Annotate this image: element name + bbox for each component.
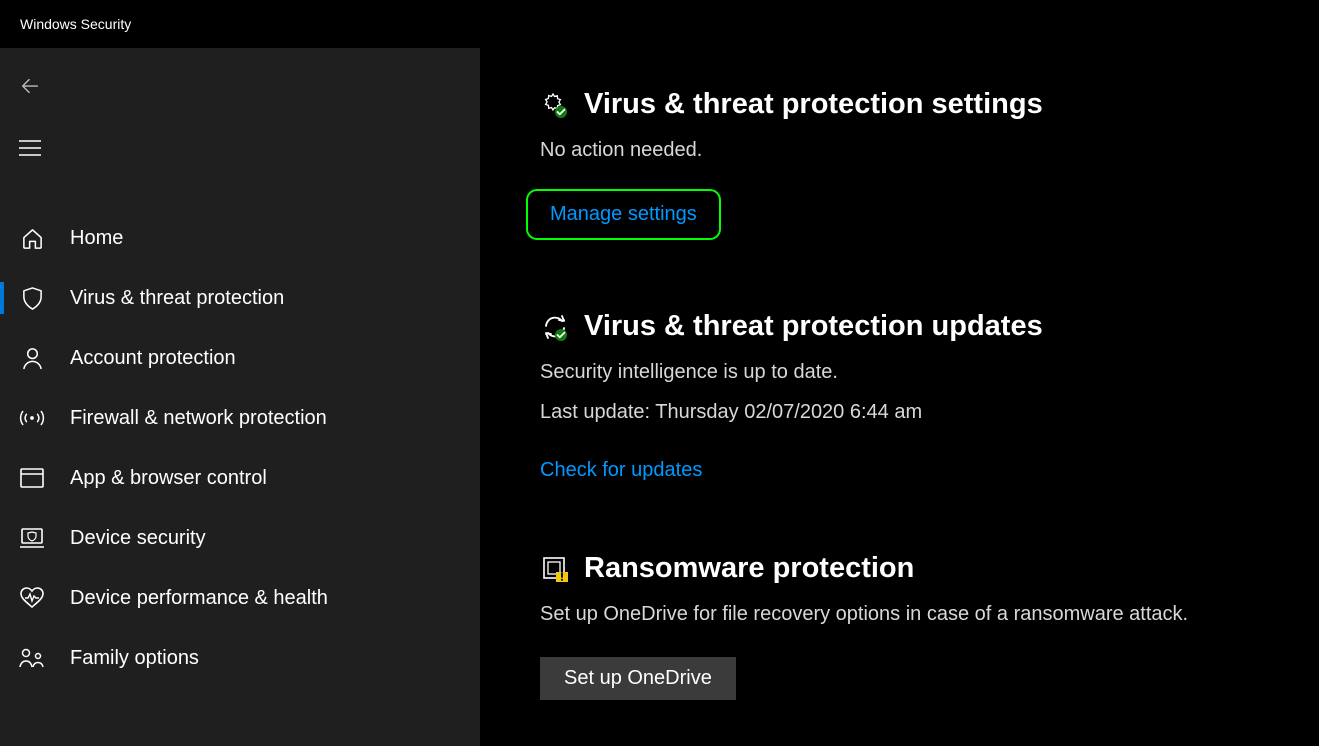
sidebar-nav: Home Virus & threat protection Account p… xyxy=(0,208,480,688)
section-title: Virus & threat protection updates xyxy=(584,310,1043,343)
back-button[interactable] xyxy=(0,60,60,112)
sidebar-item-account-protection[interactable]: Account protection xyxy=(0,328,480,388)
heart-icon xyxy=(18,584,46,612)
sidebar-item-family[interactable]: Family options xyxy=(0,628,480,688)
sidebar-item-label: Account protection xyxy=(70,347,236,370)
updates-last-update: Last update: Thursday 02/07/2020 6:44 am xyxy=(540,397,1259,427)
sidebar: Home Virus & threat protection Account p… xyxy=(0,48,480,746)
settings-check-icon xyxy=(540,90,570,120)
sidebar-item-label: Device performance & health xyxy=(70,587,328,610)
ransomware-desc: Set up OneDrive for file recovery option… xyxy=(540,599,1259,629)
section-title: Ransomware protection xyxy=(584,552,914,585)
shield-icon xyxy=(18,284,46,312)
section-title: Virus & threat protection settings xyxy=(584,88,1043,121)
sidebar-item-label: App & browser control xyxy=(70,467,267,490)
sidebar-item-label: Home xyxy=(70,227,123,250)
section-updates: Virus & threat protection updates Securi… xyxy=(540,310,1259,482)
sidebar-item-home[interactable]: Home xyxy=(0,208,480,268)
manage-settings-link[interactable]: Manage settings xyxy=(526,189,721,240)
home-icon xyxy=(18,224,46,252)
main-content: Virus & threat protection settings No ac… xyxy=(480,48,1319,746)
sidebar-item-label: Device security xyxy=(70,527,206,550)
settings-status: No action needed. xyxy=(540,135,1259,165)
hamburger-icon xyxy=(19,140,41,156)
person-icon xyxy=(18,344,46,372)
family-icon xyxy=(18,644,46,672)
sidebar-item-label: Family options xyxy=(70,647,199,670)
section-ransomware: Ransomware protection Set up OneDrive fo… xyxy=(540,552,1259,700)
check-updates-link[interactable]: Check for updates xyxy=(540,459,702,482)
arrow-left-icon xyxy=(19,75,41,97)
titlebar: Windows Security xyxy=(0,0,1319,48)
sidebar-item-app-browser[interactable]: App & browser control xyxy=(0,448,480,508)
section-settings: Virus & threat protection settings No ac… xyxy=(540,88,1259,240)
ransomware-warn-icon xyxy=(540,554,570,584)
sidebar-item-device-security[interactable]: Device security xyxy=(0,508,480,568)
device-security-icon xyxy=(18,524,46,552)
sidebar-item-firewall[interactable]: Firewall & network protection xyxy=(0,388,480,448)
sidebar-item-label: Virus & threat protection xyxy=(70,287,284,310)
updates-status: Security intelligence is up to date. xyxy=(540,357,1259,387)
sidebar-item-performance[interactable]: Device performance & health xyxy=(0,568,480,628)
hamburger-button[interactable] xyxy=(0,122,60,174)
antenna-icon xyxy=(18,404,46,432)
sidebar-item-virus-threat[interactable]: Virus & threat protection xyxy=(0,268,480,328)
sidebar-item-label: Firewall & network protection xyxy=(70,407,327,430)
setup-onedrive-button[interactable]: Set up OneDrive xyxy=(540,657,736,700)
window-title: Windows Security xyxy=(20,16,131,32)
refresh-check-icon xyxy=(540,312,570,342)
window-icon xyxy=(18,464,46,492)
